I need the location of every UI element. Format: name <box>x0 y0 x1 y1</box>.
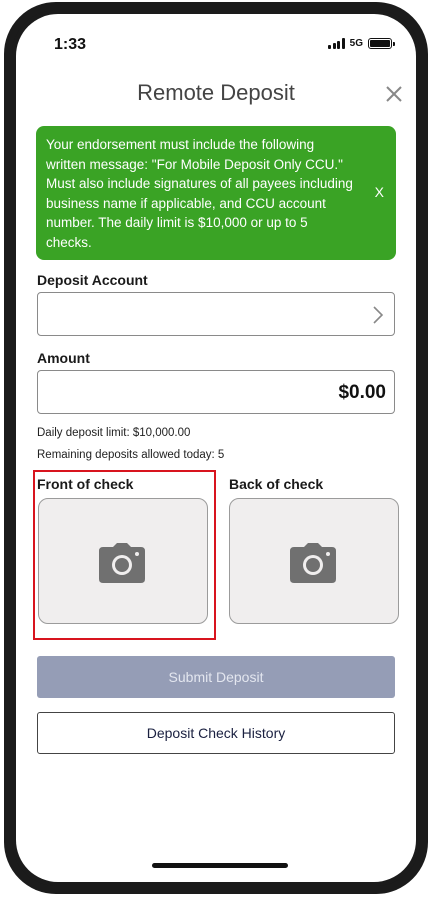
amount-input[interactable]: $0.00 <box>37 370 395 414</box>
banner-dismiss-button[interactable]: X <box>375 183 384 203</box>
close-button[interactable] <box>382 82 406 106</box>
deposit-account-select[interactable] <box>37 292 395 336</box>
header: Remote Deposit <box>16 74 416 114</box>
front-check-label: Front of check <box>37 476 134 492</box>
camera-icon <box>290 543 336 583</box>
back-check-label: Back of check <box>229 476 324 492</box>
battery-level <box>370 40 390 47</box>
deposit-account-label: Deposit Account <box>37 272 148 288</box>
home-indicator[interactable] <box>152 863 288 868</box>
camera-icon <box>99 543 145 583</box>
deposit-check-history-button[interactable]: Deposit Check History <box>37 712 395 754</box>
network-label: 5G <box>349 38 363 49</box>
submit-deposit-button[interactable]: Submit Deposit <box>37 656 395 698</box>
endorsement-message: Your endorsement must include the follow… <box>46 137 353 250</box>
status-time: 1:33 <box>54 36 87 53</box>
front-check-capture[interactable] <box>38 498 208 624</box>
page-title: Remote Deposit <box>137 80 295 105</box>
amount-label: Amount <box>37 350 90 366</box>
battery-icon <box>368 38 395 49</box>
close-icon <box>386 86 402 102</box>
app-screen: 1:33 5G Remote Deposit Your endorsement … <box>16 14 416 882</box>
endorsement-banner: Your endorsement must include the follow… <box>36 126 396 260</box>
amount-value: $0.00 <box>338 382 386 403</box>
chevron-right-icon <box>373 306 384 324</box>
signal-icon <box>328 38 345 49</box>
daily-limit-text: Daily deposit limit: $10,000.00 <box>37 427 191 439</box>
back-check-capture[interactable] <box>229 498 399 624</box>
status-bar: 1:33 5G <box>16 14 416 74</box>
phone-frame: 1:33 5G Remote Deposit Your endorsement … <box>4 2 428 894</box>
status-icons: 5G <box>328 38 395 49</box>
remaining-deposits-text: Remaining deposits allowed today: 5 <box>37 449 225 461</box>
